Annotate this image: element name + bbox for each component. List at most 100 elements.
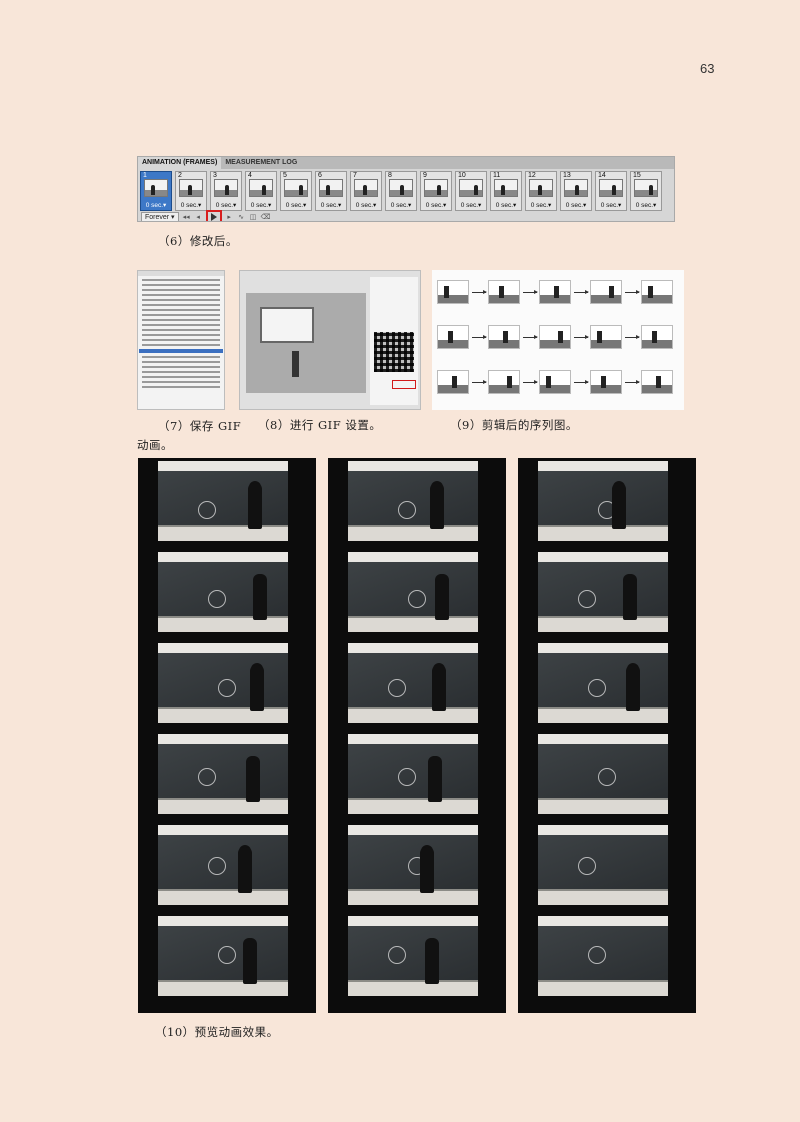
frame-delay-select[interactable]: 0 sec.▾ — [631, 201, 661, 209]
caption-8: （8）进行 GIF 设置。 — [258, 418, 382, 432]
frame-list: 1 0 sec.▾ 2 0 sec.▾ 3 0 sec.▾ 4 0 sec.▾ 5 0 sec.▾… — [138, 169, 674, 211]
frame-number: 9 — [423, 172, 427, 179]
frame-delay-select[interactable]: 0 sec.▾ — [351, 201, 381, 209]
animation-frame[interactable]: 13 0 sec.▾ — [560, 171, 592, 211]
frame-delay-select[interactable]: 0 sec.▾ — [421, 201, 451, 209]
animation-frame[interactable]: 4 0 sec.▾ — [245, 171, 277, 211]
frame-thumbnail — [529, 179, 553, 197]
caption-7-line1: （7）保存 GIF — [158, 419, 242, 433]
caption-6: （6）修改后。 — [158, 234, 238, 248]
sequence-frame — [437, 325, 469, 349]
animation-frame[interactable]: 2 0 sec.▾ — [175, 171, 207, 211]
film-frame — [158, 552, 288, 632]
animation-frame[interactable]: 8 0 sec.▾ — [385, 171, 417, 211]
frame-delay-select[interactable]: 0 sec.▾ — [386, 201, 416, 209]
frame-number: 15 — [633, 172, 641, 179]
animation-frame[interactable]: 7 0 sec.▾ — [350, 171, 382, 211]
frame-number: 7 — [353, 172, 357, 179]
frame-delay-select[interactable]: 0 sec.▾ — [281, 201, 311, 209]
sequence-frame — [641, 280, 673, 304]
frame-number: 5 — [283, 172, 287, 179]
frame-thumbnail — [249, 179, 273, 197]
caption-7: （7）保存 GIF 动画。 — [137, 417, 241, 455]
sequence-arrow-icon — [523, 290, 538, 294]
frame-delay-select[interactable]: 0 sec.▾ — [211, 201, 241, 209]
next-frame-icon[interactable]: ▸ — [225, 213, 234, 221]
caption-10: （10）预览动画效果。 — [155, 1025, 279, 1039]
frame-thumbnail — [179, 179, 203, 197]
frame-delay-select[interactable]: 0 sec.▾ — [246, 201, 276, 209]
frame-delay-select[interactable]: 0 sec.▾ — [491, 201, 521, 209]
film-frame — [538, 916, 668, 996]
tab-animation-frames[interactable]: ANIMATION (FRAMES) — [138, 157, 222, 169]
animation-frame[interactable]: 15 0 sec.▾ — [630, 171, 662, 211]
sequence-frame — [437, 370, 469, 394]
sequence-arrow-icon — [574, 380, 589, 384]
sequence-frame — [539, 280, 571, 304]
sequence-arrow-icon — [625, 335, 640, 339]
sequence-frame — [539, 370, 571, 394]
first-frame-icon[interactable]: ◂◂ — [182, 213, 191, 221]
sequence-arrow-icon — [523, 335, 538, 339]
sequence-frame — [641, 325, 673, 349]
loop-setting-highlight — [392, 380, 416, 389]
frame-delay-select[interactable]: 0 sec.▾ — [596, 201, 626, 209]
animation-frame[interactable]: 12 0 sec.▾ — [525, 171, 557, 211]
loop-select[interactable]: Forever ▾ — [141, 211, 179, 221]
frame-number: 4 — [248, 172, 252, 179]
frame-thumbnail — [459, 179, 483, 197]
film-frame — [348, 916, 478, 996]
delete-frame-icon[interactable]: ⌫ — [261, 213, 271, 221]
frame-number: 3 — [213, 172, 217, 179]
animation-frame[interactable]: 9 0 sec.▾ — [420, 171, 452, 211]
film-frame — [348, 461, 478, 541]
frame-number: 8 — [388, 172, 392, 179]
duplicate-frame-icon[interactable]: ◫ — [249, 213, 258, 221]
tween-icon[interactable]: ∿ — [237, 213, 246, 221]
sequence-arrow-icon — [472, 290, 487, 294]
frame-number: 12 — [528, 172, 536, 179]
sequence-frame — [641, 370, 673, 394]
play-icon[interactable] — [210, 213, 217, 221]
sequence-arrow-icon — [574, 290, 589, 294]
frame-number: 10 — [458, 172, 466, 179]
animation-frame[interactable]: 6 0 sec.▾ — [315, 171, 347, 211]
animation-frame[interactable]: 3 0 sec.▾ — [210, 171, 242, 211]
frame-thumbnail — [144, 179, 168, 197]
sequence-frame — [590, 280, 622, 304]
animation-frame[interactable]: 14 0 sec.▾ — [595, 171, 627, 211]
frame-delay-select[interactable]: 0 sec.▾ — [561, 201, 591, 209]
frame-thumbnail — [599, 179, 623, 197]
play-button-highlight[interactable] — [205, 210, 222, 221]
frame-number: 11 — [493, 172, 501, 179]
animation-frame[interactable]: 10 0 sec.▾ — [455, 171, 487, 211]
animation-frame[interactable]: 1 0 sec.▾ — [140, 171, 172, 211]
frame-thumbnail — [319, 179, 343, 197]
previous-frame-icon[interactable]: ◂ — [194, 213, 203, 221]
frame-thumbnail — [424, 179, 448, 197]
frame-thumbnail — [214, 179, 238, 197]
save-gif-menu-screenshot — [137, 270, 225, 410]
sequence-arrow-icon — [523, 380, 538, 384]
film-frame — [158, 734, 288, 814]
sequence-arrow-icon — [625, 290, 640, 294]
frame-delay-select[interactable]: 0 sec.▾ — [526, 201, 556, 209]
frame-thumbnail — [494, 179, 518, 197]
tab-measurement-log[interactable]: MEASUREMENT LOG — [221, 157, 301, 169]
frame-delay-select[interactable]: 0 sec.▾ — [141, 201, 171, 209]
sequence-arrow-icon — [472, 380, 487, 384]
sequence-arrow-icon — [472, 335, 487, 339]
frame-delay-select[interactable]: 0 sec.▾ — [316, 201, 346, 209]
film-strip — [328, 458, 506, 1013]
sequence-arrow-icon — [574, 335, 589, 339]
frame-delay-select[interactable]: 0 sec.▾ — [456, 201, 486, 209]
frame-number: 1 — [143, 172, 147, 179]
gif-preview-image — [246, 293, 366, 393]
frame-delay-select[interactable]: 0 sec.▾ — [176, 201, 206, 209]
animation-frame[interactable]: 5 0 sec.▾ — [280, 171, 312, 211]
film-frame — [348, 643, 478, 723]
animation-frame[interactable]: 11 0 sec.▾ — [490, 171, 522, 211]
gif-settings-sidebar — [370, 277, 418, 405]
film-frame — [538, 825, 668, 905]
film-strip — [138, 458, 316, 1013]
